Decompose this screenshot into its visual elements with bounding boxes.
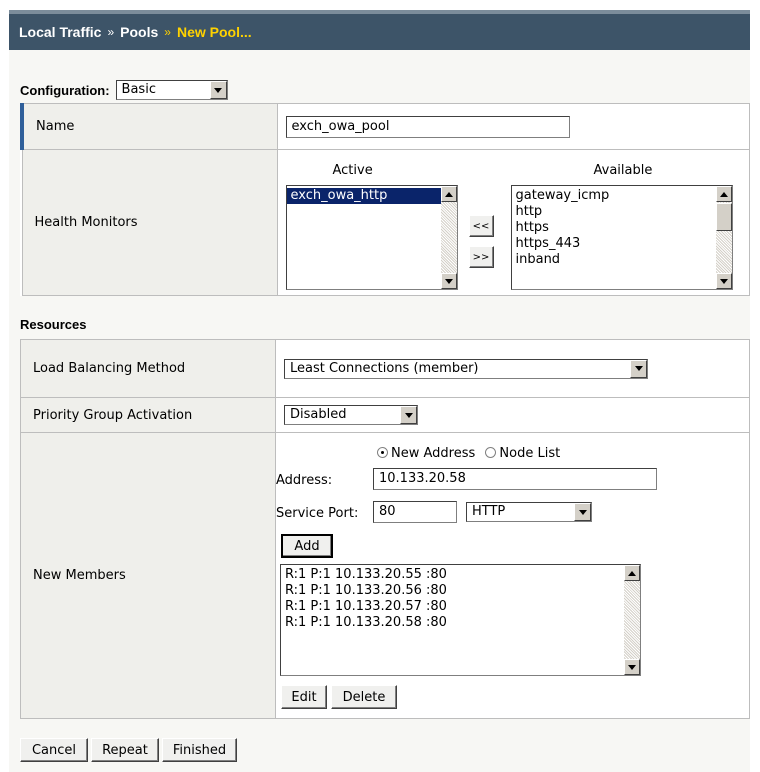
configuration-label: Configuration: [20,82,110,98]
active-list-scrollbar[interactable] [440,186,457,289]
health-monitors-label-cell: Health Monitors [21,149,278,296]
add-member-button[interactable]: Add [281,534,333,558]
breadcrumb: Local Traffic » Pools » New Pool... [9,10,750,50]
priority-select[interactable]: Disabled [284,405,418,425]
active-monitors-list[interactable]: exch_owa_http [285,185,458,290]
move-to-active-button[interactable]: << [468,215,494,237]
active-monitors-items: exch_owa_http [286,186,441,289]
service-port-label: Service Port: [276,506,359,521]
service-select-value: HTTP [472,504,506,519]
service-port-input[interactable]: 80 [373,501,457,523]
new-members-label: New Members [33,568,126,583]
resources-heading: Resources [20,317,87,332]
member-item[interactable]: R:1 P:1 10.133.20.57 :80 [285,599,620,615]
new-address-radio-label: New Address [391,446,476,461]
available-header: Available [593,163,653,178]
member-item[interactable]: R:1 P:1 10.133.20.58 :80 [285,615,620,631]
available-monitors-list[interactable]: gateway_icmp http https https_443 inband [510,185,733,290]
breadcrumb-current-page: New Pool... [176,24,252,40]
available-monitor-item[interactable]: https [516,220,712,236]
edit-member-button[interactable]: Edit [281,685,327,709]
lb-method-label: Load Balancing Method [33,361,186,376]
new-members-cell: New Address Node List Address: 10.133.20… [275,432,750,719]
node-list-radio[interactable] [485,447,497,458]
chevron-down-icon[interactable] [624,659,640,675]
delete-member-button[interactable]: Delete [331,685,397,709]
node-list-radio-label: Node List [499,446,561,461]
chevron-down-icon[interactable] [209,81,227,99]
lb-method-select[interactable]: Least Connections (member) [284,358,648,379]
health-monitors-label: Health Monitors [34,215,138,230]
available-monitor-item[interactable]: http [516,204,712,220]
finished-button[interactable]: Finished [162,738,237,762]
available-monitors-items: gateway_icmp http https https_443 inband [512,186,716,289]
available-monitor-item[interactable]: https_443 [516,236,712,252]
members-list[interactable]: R:1 P:1 10.133.20.55 :80 R:1 P:1 10.133.2… [280,564,641,676]
new-address-radio[interactable] [377,447,388,458]
priority-value: Disabled [290,407,347,422]
address-label: Address: [276,473,333,488]
chevron-up-icon[interactable] [715,186,732,202]
cancel-button[interactable]: Cancel [20,738,88,762]
members-items: R:1 P:1 10.133.20.55 :80 R:1 P:1 10.133.2… [281,565,624,675]
active-header: Active [332,163,373,178]
available-list-scrollbar[interactable] [715,186,732,289]
available-monitor-item[interactable]: gateway_icmp [516,188,712,204]
priority-label: Priority Group Activation [33,407,193,423]
chevron-up-icon[interactable] [440,186,457,202]
repeat-button[interactable]: Repeat [91,738,159,762]
health-monitors-cell: Active Available exch_owa_http << >> gat… [276,149,750,296]
resources-table: Load Balancing Method Least Connections … [20,339,750,719]
active-monitor-item[interactable]: exch_owa_http [286,188,441,204]
member-item[interactable]: R:1 P:1 10.133.20.56 :80 [285,583,620,599]
new-members-label-cell: New Members [20,432,276,719]
chevron-down-icon[interactable] [630,359,647,378]
available-monitor-item[interactable]: inband [516,252,712,268]
chevron-down-icon[interactable] [715,273,732,289]
chevron-down-icon[interactable] [400,406,417,424]
lb-method-cell: Least Connections (member) [275,339,750,398]
name-input[interactable]: exch_owa_pool [285,115,570,138]
address-mode-radios: New Address Node List [377,446,560,461]
chevron-down-icon[interactable] [574,503,591,521]
configuration-select[interactable]: Basic [115,80,228,100]
breadcrumb-local-traffic[interactable]: Local Traffic [19,24,101,40]
configuration-row: Configuration: Basic [20,80,228,100]
name-input-cell: exch_owa_pool [276,103,750,150]
breadcrumb-pools[interactable]: Pools [120,24,158,40]
chevron-up-icon[interactable] [624,565,640,581]
chevron-down-icon[interactable] [440,273,457,289]
name-label-cell: Name [20,103,278,150]
members-list-scrollbar[interactable] [624,565,640,675]
general-properties-table: Name exch_owa_pool Health Monitors Activ… [20,103,750,296]
lb-method-value: Least Connections (member) [290,360,479,376]
name-label: Name [36,119,75,134]
configuration-select-value: Basic [121,82,156,97]
address-input[interactable]: 10.133.20.58 [373,468,657,490]
priority-cell: Disabled [275,397,750,433]
member-item[interactable]: R:1 P:1 10.133.20.55 :80 [285,567,620,583]
priority-label-cell: Priority Group Activation [20,397,276,433]
breadcrumb-separator: » [164,25,171,39]
service-select[interactable]: HTTP [466,502,592,522]
breadcrumb-separator: » [107,25,115,39]
move-to-available-button[interactable]: >> [468,246,494,268]
scrollbar-thumb[interactable] [715,203,732,231]
lb-method-label-cell: Load Balancing Method [20,339,276,398]
